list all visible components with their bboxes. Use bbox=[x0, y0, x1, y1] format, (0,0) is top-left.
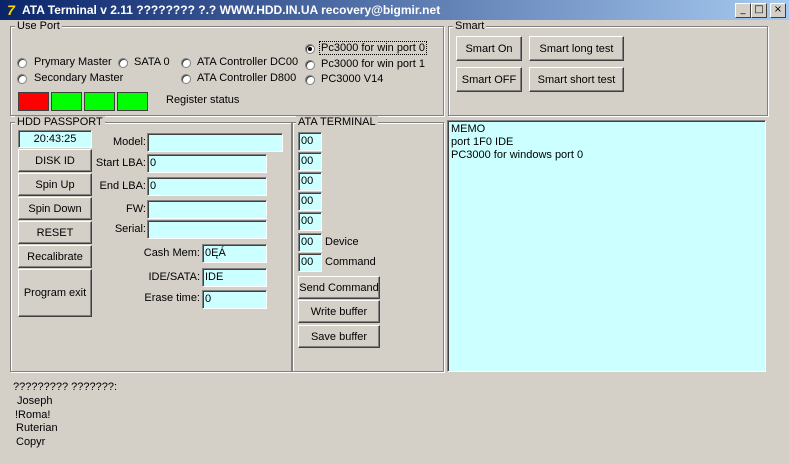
ata-register-1[interactable]: 00 bbox=[298, 152, 322, 171]
ata-register-command[interactable]: 00 bbox=[298, 253, 322, 272]
program-exit-button[interactable]: Program exit bbox=[18, 269, 92, 317]
smart-off-button[interactable]: Smart OFF bbox=[456, 67, 522, 92]
register-indicator bbox=[51, 92, 82, 111]
credits-name: !Roma! bbox=[15, 409, 51, 421]
label-ata-dc00[interactable]: ATA Controller DC00 bbox=[197, 56, 298, 68]
label-secondary-master[interactable]: Secondary Master bbox=[34, 72, 123, 84]
hdd-passport-legend: HDD PASSPORT bbox=[15, 116, 105, 128]
app-icon: 7 bbox=[7, 2, 15, 18]
label-sata0[interactable]: SATA 0 bbox=[134, 56, 170, 68]
ata-register-3[interactable]: 00 bbox=[298, 192, 322, 211]
start-lba-field[interactable]: 0 bbox=[147, 154, 267, 173]
close-button[interactable]: × bbox=[770, 3, 786, 18]
ata-register-2[interactable]: 00 bbox=[298, 172, 322, 191]
spin-down-button[interactable]: Spin Down bbox=[18, 197, 92, 220]
register-status-label: Register status bbox=[166, 94, 240, 106]
radio-secondary-master[interactable] bbox=[17, 74, 27, 84]
cash-mem-label: Cash Mem: bbox=[143, 247, 200, 259]
send-command-button[interactable]: Send Command bbox=[298, 276, 380, 299]
command-label: Command bbox=[325, 256, 376, 268]
spin-up-button[interactable]: Spin Up bbox=[18, 173, 92, 196]
register-indicator bbox=[84, 92, 115, 111]
erase-time-label: Erase time: bbox=[144, 292, 200, 304]
disk-id-button[interactable]: DISK ID bbox=[18, 149, 92, 172]
fw-field[interactable] bbox=[147, 200, 267, 219]
label-pc3000-v14[interactable]: PC3000 V14 bbox=[321, 73, 383, 85]
label-ata-d800[interactable]: ATA Controller D800 bbox=[197, 72, 296, 84]
radio-ata-d800[interactable] bbox=[181, 74, 191, 84]
radio-pc3000-v14[interactable] bbox=[305, 75, 315, 85]
register-indicator bbox=[18, 92, 49, 111]
ata-register-4[interactable]: 00 bbox=[298, 212, 322, 231]
save-buffer-button[interactable]: Save buffer bbox=[298, 325, 380, 348]
smart-long-test-button[interactable]: Smart long test bbox=[529, 36, 624, 61]
fw-label: FW: bbox=[126, 203, 146, 215]
register-indicator bbox=[117, 92, 148, 111]
erase-time-field[interactable]: 0 bbox=[202, 290, 267, 309]
credits-heading: ????????? ???????: bbox=[13, 381, 117, 393]
radio-primary-master[interactable] bbox=[17, 58, 27, 68]
radio-pc3000-port1[interactable] bbox=[305, 60, 315, 70]
start-lba-label: Start LBA: bbox=[95, 157, 146, 169]
reset-button[interactable]: RESET bbox=[18, 221, 92, 244]
memo-line: port 1F0 IDE bbox=[451, 136, 514, 148]
smart-short-test-button[interactable]: Smart short test bbox=[529, 67, 624, 92]
memo-line: PC3000 for windows port 0 bbox=[451, 149, 584, 161]
label-pc3000-port0[interactable]: Pc3000 for win port 0 bbox=[319, 41, 427, 55]
window-title: ATA Terminal v 2.11 ???????? ?.? WWW.HDD… bbox=[22, 3, 441, 17]
maximize-button[interactable]: □ bbox=[751, 3, 767, 18]
device-label: Device bbox=[325, 236, 359, 248]
credits-name: Copyr bbox=[16, 436, 46, 448]
ata-terminal-legend: ATA TERMINAL bbox=[296, 116, 378, 128]
end-lba-field[interactable]: 0 bbox=[147, 177, 267, 196]
label-primary-master[interactable]: Prymary Master bbox=[34, 56, 112, 68]
label-pc3000-port1[interactable]: Pc3000 for win port 1 bbox=[321, 58, 425, 70]
ata-register-device[interactable]: 00 bbox=[298, 233, 322, 252]
write-buffer-button[interactable]: Write buffer bbox=[298, 300, 380, 323]
radio-ata-dc00[interactable] bbox=[181, 58, 191, 68]
ide-sata-field[interactable]: IDE bbox=[202, 268, 267, 287]
minimize-button[interactable]: _ bbox=[735, 3, 751, 18]
serial-field[interactable] bbox=[147, 220, 267, 239]
radio-pc3000-port0[interactable] bbox=[305, 44, 315, 54]
clock-display: 20:43:25 bbox=[18, 130, 92, 148]
radio-sata0[interactable] bbox=[118, 58, 128, 68]
credits-name: Joseph bbox=[17, 395, 53, 407]
model-label: Model: bbox=[112, 136, 146, 148]
memo-box[interactable]: MEMO port 1F0 IDE PC3000 for windows por… bbox=[447, 120, 766, 372]
register-status-indicators bbox=[18, 92, 150, 111]
model-field[interactable] bbox=[147, 133, 283, 152]
memo-line: MEMO bbox=[451, 123, 486, 135]
ata-register-0[interactable]: 00 bbox=[298, 132, 322, 151]
cash-mem-field[interactable]: 0ĘÁ bbox=[202, 244, 267, 263]
end-lba-label: End LBA: bbox=[99, 180, 146, 192]
serial-label: Serial: bbox=[114, 223, 146, 235]
smart-legend: Smart bbox=[453, 20, 487, 32]
title-bar[interactable]: 7 ATA Terminal v 2.11 ???????? ?.? WWW.H… bbox=[0, 0, 789, 20]
ide-sata-label: IDE/SATA: bbox=[148, 271, 200, 283]
recalibrate-button[interactable]: Recalibrate bbox=[18, 245, 92, 268]
use-port-legend: Use Port bbox=[15, 20, 62, 32]
smart-on-button[interactable]: Smart On bbox=[456, 36, 522, 61]
credits-name: Ruterian bbox=[16, 422, 58, 434]
